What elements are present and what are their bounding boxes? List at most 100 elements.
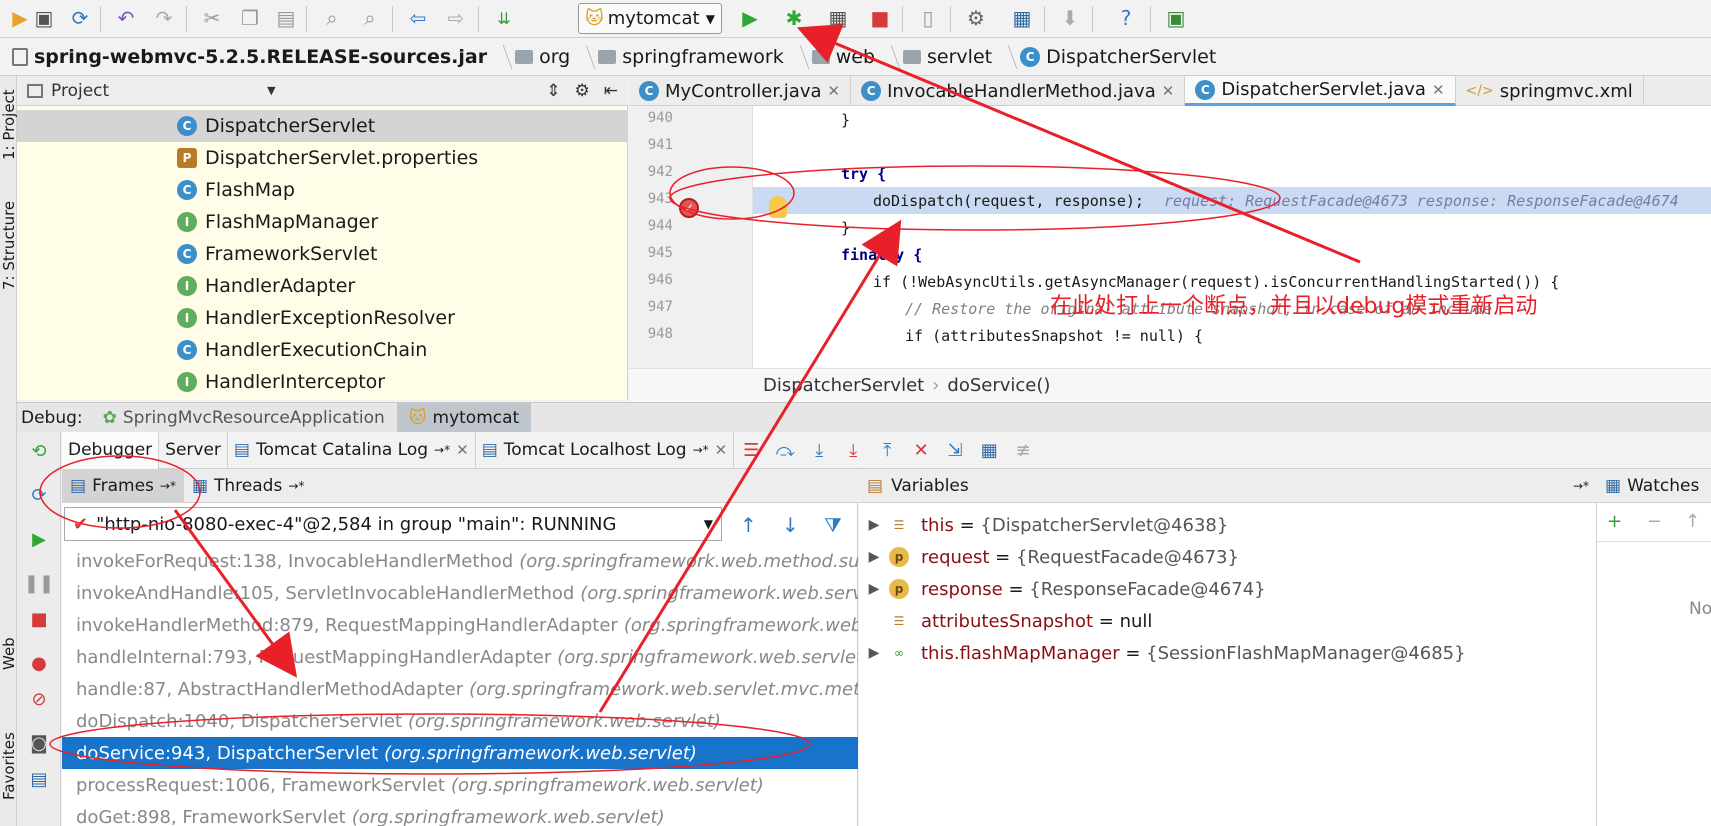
tab-frames[interactable]: ▤ Frames →*	[62, 468, 184, 503]
collapse-icon[interactable]: ⇕	[546, 81, 560, 101]
project-structure-icon[interactable]: ▯	[914, 4, 942, 32]
breadcrumb-servlet[interactable]: servlet	[895, 38, 1000, 76]
tab-mycontroller[interactable]: C MyController.java ✕	[629, 76, 852, 106]
expand-icon[interactable]: ▶	[859, 581, 889, 597]
run-to-cursor-icon[interactable]: ⇲	[938, 435, 972, 465]
step-over-icon[interactable]: ⤼	[768, 435, 802, 465]
tab-debugger[interactable]: Debugger	[62, 431, 160, 469]
tab-tomcat-localhost-log[interactable]: ▤ Tomcat Localhost Log →* ✕	[476, 431, 735, 469]
frame-row[interactable]: invokeForRequest:138, InvocableHandlerMe…	[62, 545, 858, 577]
evaluate-expression-icon[interactable]: ▦	[972, 435, 1006, 465]
breadcrumb-jar[interactable]: spring-webmvc-5.2.5.RELEASE-sources.jar	[4, 38, 495, 76]
intention-bulb-icon[interactable]	[769, 196, 787, 218]
move-up-icon[interactable]: ↑	[1685, 511, 1700, 532]
pin-icon[interactable]: →*	[1573, 479, 1589, 493]
redo-icon[interactable]: ↷	[150, 4, 178, 32]
add-watch-icon[interactable]: +	[1607, 511, 1622, 532]
tab-threads[interactable]: ▦ Threads →*	[184, 469, 312, 503]
tab-dispatcherservlet[interactable]: C DispatcherServlet.java ✕	[1185, 76, 1456, 106]
step-into-icon[interactable]: ⤓	[802, 435, 836, 465]
tree-item-properties[interactable]: P DispatcherServlet.properties	[17, 142, 628, 174]
editor-breadcrumb-class[interactable]: DispatcherServlet	[763, 375, 924, 396]
close-icon[interactable]: ✕	[1162, 82, 1175, 100]
previous-frame-icon[interactable]: ↑	[740, 513, 757, 537]
frame-row[interactable]: processRequest:1006, FrameworkServlet (or…	[62, 769, 858, 801]
camera-icon[interactable]: ◙	[28, 732, 50, 754]
debug-icon[interactable]: ✱	[780, 4, 808, 32]
chevron-down-icon[interactable]: ▼	[267, 84, 275, 97]
expand-icon[interactable]: ▶	[859, 549, 889, 565]
frame-row[interactable]: invokeHandlerMethod:879, RequestMappingH…	[62, 609, 858, 641]
paste-icon[interactable]: ▤	[272, 4, 300, 32]
favorites-tool-tab[interactable]: Favorites	[0, 730, 18, 800]
breadcrumb-springframework[interactable]: springframework	[590, 38, 791, 76]
frame-row[interactable]: doGet:898, FrameworkServlet (org.springfr…	[62, 801, 858, 826]
remove-watch-icon[interactable]: −	[1647, 511, 1662, 532]
hide-icon[interactable]: ⇤	[604, 81, 618, 101]
plugin-icon[interactable]: ▣	[1162, 4, 1190, 32]
close-icon[interactable]: ✕	[456, 441, 469, 459]
frame-row[interactable]: handle:87, AbstractHandlerMethodAdapter(…	[62, 673, 858, 705]
tab-server[interactable]: Server	[159, 431, 228, 469]
run-config-select[interactable]: 🐱 mytomcat ▼	[578, 3, 722, 34]
help-icon[interactable]: ?	[1112, 4, 1140, 32]
back-icon[interactable]: ⇦	[404, 4, 432, 32]
stop-icon[interactable]: ■	[866, 4, 894, 32]
session-tab-springmvc[interactable]: ✿ SpringMvcResourceApplication	[91, 403, 397, 433]
variable-row-attributessnapshot[interactable]: ☰ attributesSnapshot = null	[859, 605, 1597, 637]
drop-frame-icon[interactable]: ✕	[904, 435, 938, 465]
close-icon[interactable]: ✕	[715, 441, 728, 459]
project-tool-tab[interactable]: 1: Project	[0, 89, 18, 160]
breadcrumb-class[interactable]: C DispatcherServlet	[1012, 38, 1224, 76]
refresh-icon[interactable]: ⟳	[28, 484, 50, 506]
view-breakpoints-icon[interactable]: ●	[28, 652, 50, 674]
undo-icon[interactable]: ↶	[112, 4, 140, 32]
rerun-icon[interactable]: ⟲	[28, 440, 50, 462]
tab-springmvc-xml[interactable]: </> springmvc.xml	[1456, 76, 1644, 106]
find-icon[interactable]: ⌕	[318, 4, 346, 32]
web-tool-tab[interactable]: Web	[0, 600, 18, 670]
tab-tomcat-catalina-log[interactable]: ▤ Tomcat Catalina Log →* ✕	[228, 431, 476, 469]
structure-tool-tab[interactable]: 7: Structure	[0, 201, 18, 290]
breadcrumb-org[interactable]: org	[507, 38, 578, 76]
tree-item-handlerexecutionchain[interactable]: C HandlerExecutionChain	[17, 334, 628, 366]
save-icon[interactable]: ▣	[30, 4, 58, 32]
trace-icon[interactable]: ≢	[1006, 435, 1040, 465]
step-out-icon[interactable]: ⤒	[870, 435, 904, 465]
sdk-icon[interactable]: ▦	[1008, 4, 1036, 32]
breakpoint-icon[interactable]: ✓	[679, 198, 699, 218]
expand-icon[interactable]: ▶	[859, 645, 889, 661]
tree-item-frameworkservlet[interactable]: C FrameworkServlet	[17, 238, 628, 270]
stop-icon[interactable]: ■	[28, 608, 50, 630]
session-tab-mytomcat[interactable]: 🐱 mytomcat	[396, 402, 532, 433]
thread-selector[interactable]: ✔ "http-nio-8080-exec-4"@2,584 in group …	[64, 507, 722, 541]
variable-row-response[interactable]: ▶ p response = {ResponseFacade@4674}	[859, 573, 1597, 605]
forward-icon[interactable]: ⇨	[442, 4, 470, 32]
frame-row[interactable]: handleInternal:793, RequestMappingHandle…	[62, 641, 858, 673]
variable-row-this[interactable]: ▶ ☰ this = {DispatcherServlet@4638}	[859, 509, 1597, 541]
tree-item-flashmapmanager[interactable]: I FlashMapManager	[17, 206, 628, 238]
pause-icon[interactable]: ❚❚	[24, 572, 54, 594]
close-icon[interactable]: ✕	[828, 82, 841, 100]
replace-icon[interactable]: ⌕	[356, 4, 384, 32]
tree-item-flashmap[interactable]: C FlashMap	[17, 174, 628, 206]
layout-icon[interactable]: ▤	[28, 768, 50, 790]
variable-row-flashmapmanager[interactable]: ▶ ∞ this.flashMapManager = {SessionFlash…	[859, 637, 1597, 669]
coverage-icon[interactable]: ▦	[824, 4, 852, 32]
settings-icon[interactable]: ⚙	[962, 4, 990, 32]
close-icon[interactable]: ✕	[1432, 81, 1445, 99]
tab-invocablehandlermethod[interactable]: C InvocableHandlerMethod.java ✕	[851, 76, 1186, 106]
force-step-into-icon[interactable]: ⤓	[836, 435, 870, 465]
next-frame-icon[interactable]: ↓	[782, 513, 799, 537]
editor-breadcrumb-method[interactable]: doService()	[947, 375, 1050, 396]
mute-breakpoints-icon[interactable]: ⊘	[28, 688, 50, 710]
frame-row[interactable]: doDispatch:1040, DispatcherServlet (org.s…	[62, 705, 858, 737]
gear-icon[interactable]: ⚙	[575, 81, 590, 101]
project-panel-title[interactable]: Project	[51, 81, 109, 101]
frame-row[interactable]: invokeAndHandle:105, ServletInvocableHan…	[62, 577, 858, 609]
filter-icon[interactable]: ⧩	[824, 513, 842, 537]
code-editor[interactable]: 940 941 942 943 944 945 946 947 948 } tr…	[629, 106, 1711, 368]
breadcrumb-web[interactable]: web	[804, 38, 883, 76]
copy-icon[interactable]: ❐	[236, 4, 264, 32]
frame-row-selected[interactable]: doService:943, DispatcherServlet (org.spr…	[62, 737, 858, 769]
